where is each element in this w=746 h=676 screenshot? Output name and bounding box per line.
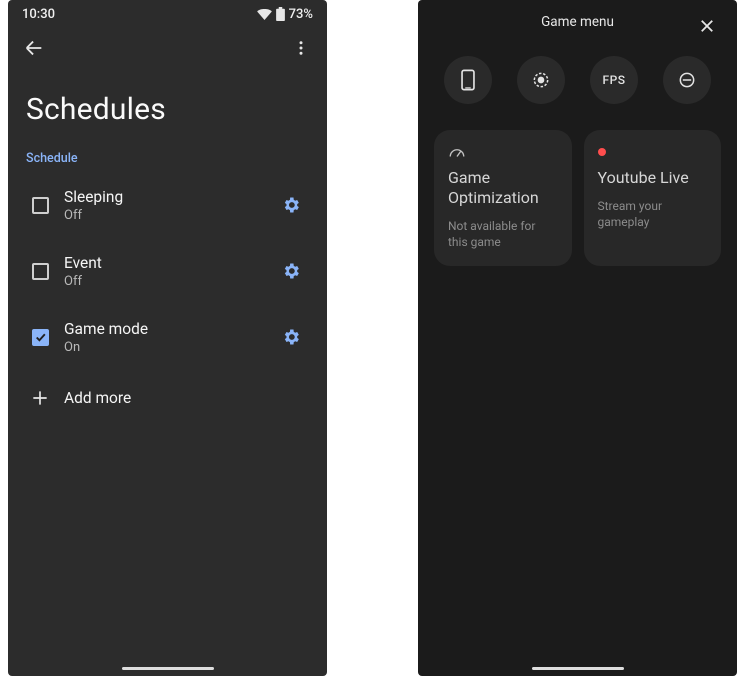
card-title: Youtube Live — [598, 168, 708, 188]
nav-handle[interactable] — [122, 667, 214, 670]
checkbox[interactable] — [16, 329, 64, 346]
fps-label: FPS — [602, 73, 625, 87]
checkbox[interactable] — [16, 263, 64, 280]
screenshot-icon — [460, 69, 476, 91]
card-subtitle: Stream your gameplay — [598, 198, 708, 230]
dnd-button[interactable] — [663, 56, 711, 104]
gauge-icon — [448, 145, 466, 159]
gear-icon — [281, 195, 301, 215]
schedule-labels: Sleeping Off — [64, 188, 263, 223]
schedule-item[interactable]: Sleeping Off — [8, 172, 327, 238]
nav-handle[interactable] — [532, 667, 624, 670]
settings-button[interactable] — [281, 195, 301, 215]
overflow-button[interactable] — [281, 28, 321, 68]
schedules-screen: 10:30 73% Schedules Schedule Sleeping Of… — [8, 0, 327, 676]
settings-button[interactable] — [281, 261, 301, 281]
gear-icon — [281, 327, 301, 347]
status-battery: 73% — [289, 7, 313, 22]
game-menu-title: Game menu — [541, 14, 614, 30]
schedule-name: Sleeping — [64, 188, 263, 206]
fps-button[interactable]: FPS — [590, 56, 638, 104]
schedule-labels: Game mode On — [64, 320, 263, 355]
back-button[interactable] — [14, 28, 54, 68]
wifi-icon — [257, 9, 272, 20]
add-more-button[interactable]: Add more — [8, 370, 327, 426]
status-right: 73% — [257, 7, 313, 22]
card-subtitle: Not available for this game — [448, 218, 558, 250]
game-menu-screen: Game menu FPS Game O — [418, 0, 737, 676]
record-icon — [531, 70, 551, 90]
schedule-state: On — [64, 340, 263, 355]
schedule-name: Event — [64, 254, 263, 272]
schedule-state: Off — [64, 274, 263, 289]
check-icon — [34, 331, 47, 344]
app-bar — [8, 28, 327, 68]
schedule-name: Game mode — [64, 320, 263, 338]
live-icon — [598, 148, 606, 156]
status-time: 10:30 — [22, 7, 55, 22]
game-menu-header: Game menu — [418, 0, 737, 44]
gear-icon — [281, 261, 301, 281]
close-button[interactable] — [687, 6, 727, 46]
battery-icon — [276, 7, 285, 21]
status-bar: 10:30 73% — [8, 0, 327, 28]
youtube-live-card[interactable]: Youtube Live Stream your gameplay — [584, 130, 722, 266]
overflow-icon — [292, 39, 310, 57]
add-more-label: Add more — [64, 389, 131, 407]
checkbox[interactable] — [16, 197, 64, 214]
schedule-state: Off — [64, 208, 263, 223]
record-button[interactable] — [517, 56, 565, 104]
plus-icon — [30, 388, 50, 408]
schedule-labels: Event Off — [64, 254, 263, 289]
settings-button[interactable] — [281, 327, 301, 347]
quick-actions: FPS — [418, 44, 737, 112]
section-header: Schedule — [8, 145, 327, 172]
cards-row: Game Optimization Not available for this… — [418, 112, 737, 266]
back-icon — [23, 37, 45, 59]
card-title: Game Optimization — [448, 168, 558, 208]
dnd-icon — [677, 70, 697, 90]
game-optimization-card[interactable]: Game Optimization Not available for this… — [434, 130, 572, 266]
page-title: Schedules — [8, 68, 327, 145]
schedule-item[interactable]: Game mode On — [8, 304, 327, 370]
close-icon — [698, 17, 716, 35]
screenshot-button[interactable] — [444, 56, 492, 104]
schedule-item[interactable]: Event Off — [8, 238, 327, 304]
